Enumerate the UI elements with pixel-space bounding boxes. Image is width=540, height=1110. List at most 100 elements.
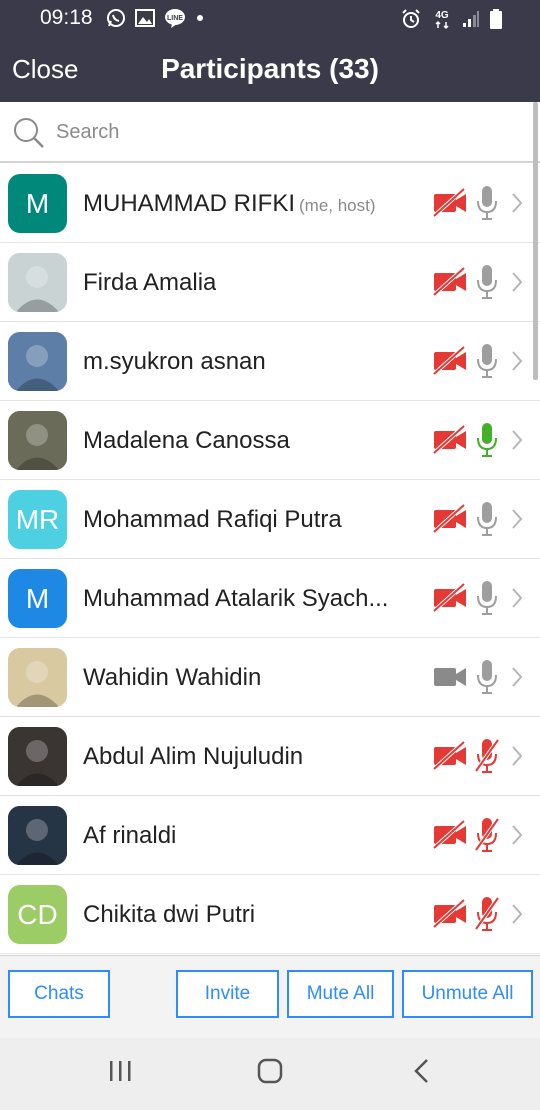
video-off-icon bbox=[432, 582, 468, 618]
mic-icon bbox=[474, 263, 500, 306]
avatar: M bbox=[8, 569, 67, 628]
whatsapp-icon bbox=[107, 9, 125, 27]
mic-icon bbox=[474, 500, 500, 543]
participant-name-text: Chikita dwi Putri bbox=[83, 901, 256, 928]
video-off-icon bbox=[432, 424, 468, 460]
chats-button[interactable]: Chats bbox=[8, 970, 110, 1018]
avatar: MR bbox=[8, 490, 67, 549]
participant-role-note: (me, host) bbox=[299, 196, 376, 215]
chevron-right-icon[interactable] bbox=[510, 666, 524, 693]
participant-row[interactable]: Wahidin Wahidin bbox=[0, 638, 540, 717]
participant-row[interactable]: Abdul Alim Nujuludin bbox=[0, 717, 540, 796]
chevron-right-icon[interactable] bbox=[510, 271, 524, 298]
video-off-icon bbox=[432, 345, 468, 381]
participant-name-text: Firda Amalia bbox=[83, 269, 217, 296]
participant-name-text: Madalena Canossa bbox=[83, 427, 290, 454]
unmute-all-button[interactable]: Unmute All bbox=[402, 970, 533, 1018]
page-title: Participants (33) bbox=[161, 53, 379, 84]
mic-icon bbox=[474, 184, 500, 227]
avatar bbox=[8, 727, 67, 786]
participant-row[interactable]: MR Mohammad Rafiqi Putra bbox=[0, 480, 540, 559]
battery-icon bbox=[490, 9, 502, 29]
status-icons-left: LINE bbox=[106, 8, 205, 28]
gallery-icon bbox=[135, 9, 155, 27]
video-off-icon bbox=[432, 819, 468, 855]
signal-icon bbox=[463, 11, 479, 27]
alarm-icon bbox=[402, 9, 420, 28]
participant-name-text: Wahidin Wahidin bbox=[83, 664, 262, 691]
search-bar bbox=[0, 102, 540, 163]
participant-name: Chikita dwi Putri bbox=[83, 901, 255, 929]
invite-button[interactable]: Invite bbox=[176, 970, 279, 1018]
chevron-right-icon[interactable] bbox=[510, 350, 524, 377]
dot-icon bbox=[197, 15, 203, 21]
participant-row[interactable]: Af rinaldi bbox=[0, 796, 540, 875]
participant-row[interactable]: CD Chikita dwi Putri bbox=[0, 875, 540, 954]
mic-speaking-icon bbox=[474, 421, 500, 464]
participant-name: Wahidin Wahidin bbox=[83, 664, 261, 692]
mic-icon bbox=[474, 579, 500, 622]
recent-apps-icon[interactable] bbox=[108, 1058, 132, 1084]
participant-row[interactable]: Madalena Canossa bbox=[0, 401, 540, 480]
status-icons-right: 4G bbox=[400, 8, 502, 30]
avatar bbox=[8, 411, 67, 470]
search-icon bbox=[14, 118, 44, 148]
avatar bbox=[8, 806, 67, 865]
chevron-right-icon[interactable] bbox=[510, 429, 524, 456]
avatar bbox=[8, 253, 67, 312]
participant-name-text: Muhammad Atalarik Syach... bbox=[83, 585, 389, 612]
participant-name: Mohammad Rafiqi Putra bbox=[83, 506, 342, 534]
chevron-right-icon[interactable] bbox=[510, 903, 524, 930]
scrollbar[interactable] bbox=[533, 102, 538, 380]
participant-name: Abdul Alim Nujuludin bbox=[83, 743, 303, 771]
participant-list: M MUHAMMAD RIFKI (me, host) Firda Amalia m.s… bbox=[0, 164, 540, 954]
bottom-action-bar: Chats Invite Mute All Unmute All bbox=[0, 955, 540, 1038]
participant-name: Firda Amalia bbox=[83, 269, 216, 297]
mic-muted-icon bbox=[474, 816, 500, 859]
status-bar: 09:18 LINE 4G bbox=[0, 0, 540, 38]
video-on-icon bbox=[432, 662, 468, 697]
chevron-right-icon[interactable] bbox=[510, 745, 524, 772]
mic-icon bbox=[474, 342, 500, 385]
chevron-right-icon[interactable] bbox=[510, 824, 524, 851]
back-icon[interactable] bbox=[412, 1058, 432, 1084]
participant-name-text: Mohammad Rafiqi Putra bbox=[83, 506, 342, 533]
home-icon[interactable] bbox=[257, 1058, 283, 1084]
participant-name: Af rinaldi bbox=[83, 822, 176, 850]
avatar: M bbox=[8, 174, 67, 233]
status-time: 09:18 bbox=[40, 6, 93, 29]
avatar: CD bbox=[8, 885, 67, 944]
participant-name: Muhammad Atalarik Syach... bbox=[83, 585, 388, 613]
participant-name: m.syukron asnan bbox=[83, 348, 266, 376]
participant-name-text: Af rinaldi bbox=[83, 822, 177, 849]
svg-text:LINE: LINE bbox=[167, 15, 183, 22]
network-label: 4G bbox=[435, 10, 449, 21]
chevron-right-icon[interactable] bbox=[510, 192, 524, 219]
search-input[interactable] bbox=[56, 115, 516, 149]
system-nav-bar bbox=[0, 1038, 540, 1110]
participant-name-text: m.syukron asnan bbox=[83, 348, 266, 375]
participant-name: MUHAMMAD RIFKI (me, host) bbox=[83, 190, 376, 218]
video-off-icon bbox=[432, 187, 468, 223]
avatar bbox=[8, 648, 67, 707]
video-off-icon bbox=[432, 503, 468, 539]
mic-muted-icon bbox=[474, 895, 500, 938]
line-icon: LINE bbox=[165, 9, 185, 28]
participant-row[interactable]: M Muhammad Atalarik Syach... bbox=[0, 559, 540, 638]
video-off-icon bbox=[432, 266, 468, 302]
participant-row[interactable]: M MUHAMMAD RIFKI (me, host) bbox=[0, 164, 540, 243]
mic-muted-icon bbox=[474, 737, 500, 780]
mute-all-button[interactable]: Mute All bbox=[287, 970, 394, 1018]
avatar bbox=[8, 332, 67, 391]
video-off-icon bbox=[432, 740, 468, 776]
participant-name-text: MUHAMMAD RIFKI bbox=[83, 190, 295, 217]
mic-icon bbox=[474, 658, 500, 701]
network-4g-icon: 4G bbox=[435, 10, 449, 30]
participant-row[interactable]: Firda Amalia bbox=[0, 243, 540, 322]
participant-name-text: Abdul Alim Nujuludin bbox=[83, 743, 304, 770]
chevron-right-icon[interactable] bbox=[510, 587, 524, 614]
video-off-icon bbox=[432, 898, 468, 934]
participant-row[interactable]: m.syukron asnan bbox=[0, 322, 540, 401]
participant-name: Madalena Canossa bbox=[83, 427, 290, 455]
chevron-right-icon[interactable] bbox=[510, 508, 524, 535]
